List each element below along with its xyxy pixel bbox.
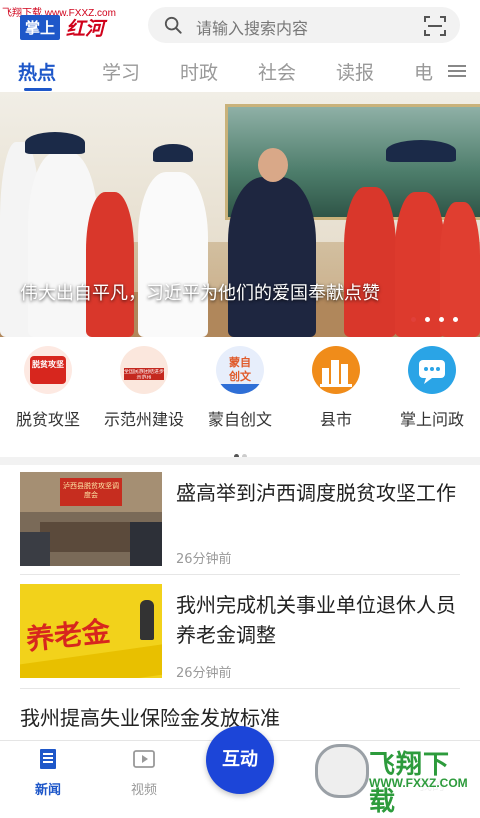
nav-label: 视频 — [130, 783, 157, 798]
tab-underline — [24, 88, 52, 91]
figure — [386, 140, 456, 162]
quick-link-label: 蒙自创文 — [207, 410, 272, 429]
figure — [153, 144, 193, 162]
quick-link-label: 脱贫攻坚 — [15, 410, 80, 429]
poverty-badge-text: 脱贫攻坚 — [32, 360, 64, 369]
logo-box: 掌上 — [20, 15, 61, 40]
quick-link-label: 县市 — [319, 410, 352, 429]
quick-link-inquiry[interactable]: 掌上问政 — [384, 346, 480, 430]
tab-newspaper[interactable]: 读报 — [336, 58, 374, 85]
quick-links: 脱贫攻坚 脱贫攻坚 全国民族团结进步示范州 示范州建设 蒙自创文 蒙自创文 县市 — [0, 346, 480, 436]
quick-link-county[interactable]: 县市 — [288, 346, 384, 430]
logo-script: 红河 — [66, 18, 105, 40]
news-title[interactable]: 盛高举到泸西调度脱贫攻坚工作 — [176, 478, 460, 508]
news-title[interactable]: 我州完成机关事业单位退休人员养老金调整 — [176, 590, 460, 650]
top-bar: 飞翔下载 www.FXXZ.com 掌上 红河 请输入搜索内容 — [0, 0, 480, 52]
thumbnail-banner-text: 泸西县脱贫攻坚调度会 — [63, 482, 119, 499]
quick-link-label: 示范州建设 — [103, 410, 184, 429]
watermark-url: WWW.FXXZ.COM — [369, 776, 468, 790]
news-thumbnail: 泸西县脱贫攻坚调度会 — [20, 472, 162, 566]
section-divider — [0, 457, 480, 465]
app-logo: 掌上 红河 — [20, 14, 104, 41]
menu-icon[interactable] — [446, 62, 468, 80]
banner-carousel[interactable]: 伟大出自平凡，习近平为他们的爱国奉献点赞 — [0, 92, 480, 337]
nav-label: 新闻 — [34, 783, 61, 798]
tab-tv[interactable]: 电 — [414, 58, 433, 85]
figure — [258, 148, 288, 182]
quick-link-poverty[interactable]: 脱贫攻坚 脱贫攻坚 — [0, 346, 96, 430]
category-tabs: 热点 学习 时政 社会 读报 电 — [0, 52, 480, 92]
demo-state-badge-text: 全国民族团结进步示范州 — [124, 369, 164, 379]
figure — [138, 172, 208, 337]
figure — [228, 177, 316, 337]
demo-state-icon: 全国民族团结进步示范州 — [120, 346, 168, 394]
news-separator — [20, 688, 460, 689]
banner-caption[interactable]: 伟大出自平凡，习近平为他们的爱国奉献点赞 — [20, 282, 380, 306]
tab-politics[interactable]: 时政 — [180, 58, 218, 85]
figure — [344, 187, 396, 337]
poverty-icon: 脱贫攻坚 — [24, 346, 72, 394]
search-icon — [164, 16, 182, 34]
nav-video[interactable]: 视频 — [114, 747, 174, 798]
nav-news[interactable]: 新闻 — [18, 747, 78, 798]
quick-link-label: 掌上问政 — [399, 410, 464, 429]
banner-dot — [453, 317, 458, 322]
news-time: 26分钟前 — [176, 552, 232, 567]
banner-dot — [438, 317, 444, 322]
banner-dot — [410, 317, 416, 322]
search-input[interactable]: 请输入搜索内容 — [196, 15, 308, 39]
thumbnail-headline: 养老金 — [24, 614, 112, 657]
news-time: 26分钟前 — [176, 666, 232, 681]
banner-dot — [424, 317, 430, 322]
interact-button[interactable]: 互动 — [206, 726, 274, 794]
quick-link-demo-state[interactable]: 全国民族团结进步示范州 示范州建设 — [96, 346, 192, 430]
news-item[interactable]: 养老金 我州完成机关事业单位退休人员养老金调整 26分钟前 — [20, 584, 460, 681]
chat-bubble-icon — [408, 346, 456, 394]
scan-icon[interactable] — [424, 15, 446, 37]
search-bar[interactable]: 请输入搜索内容 — [148, 7, 460, 43]
banner-indicator — [407, 307, 458, 326]
watermark-logo-icon — [315, 744, 369, 798]
watermark-bottom: 飞翔下载 WWW.FXXZ.COM — [313, 742, 473, 817]
news-icon — [40, 749, 56, 769]
figure — [86, 192, 134, 337]
mengzi-icon: 蒙自创文 — [216, 346, 264, 394]
video-icon — [133, 750, 155, 768]
figure — [25, 132, 85, 154]
tab-society[interactable]: 社会 — [258, 58, 296, 85]
news-separator — [20, 574, 460, 575]
quick-link-mengzi[interactable]: 蒙自创文 蒙自创文 — [192, 346, 288, 430]
news-thumbnail: 养老金 — [20, 584, 162, 678]
city-buildings-icon — [312, 346, 360, 394]
news-item[interactable]: 泸西县脱贫攻坚调度会 盛高举到泸西调度脱贫攻坚工作 26分钟前 — [20, 472, 460, 568]
mengzi-badge-text: 蒙自创文 — [229, 356, 251, 383]
tab-hot[interactable]: 热点 — [18, 58, 56, 85]
tab-study[interactable]: 学习 — [102, 58, 140, 85]
